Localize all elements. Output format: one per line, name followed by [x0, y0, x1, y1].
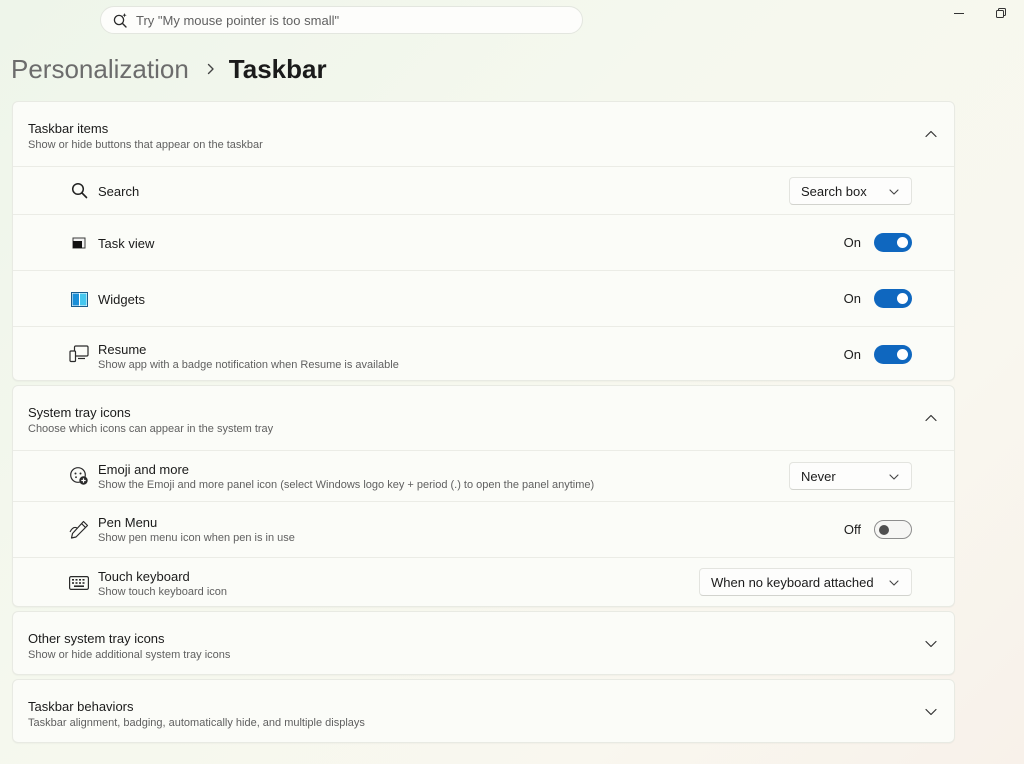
search-row: Search Search box: [13, 166, 954, 214]
restore-icon: [996, 8, 1006, 18]
toggle-knob: [897, 293, 908, 304]
row-description: Show pen menu icon when pen is in use: [98, 532, 295, 544]
taskbar-items-header[interactable]: Taskbar items Show or hide buttons that …: [13, 102, 954, 166]
taskbar-items-section: Taskbar items Show or hide buttons that …: [12, 101, 955, 381]
pen-menu-toggle-group: Off: [844, 520, 912, 539]
widgets-row: Widgets On: [13, 270, 954, 326]
row-title: Emoji and more: [98, 462, 190, 477]
taskbar-behaviors-header[interactable]: Taskbar behaviors Taskbar alignment, bad…: [13, 680, 954, 744]
row-description: Show touch keyboard icon: [98, 586, 228, 598]
chevron-down-icon: [889, 578, 899, 588]
search-mode-dropdown[interactable]: Search box: [789, 177, 912, 205]
toggle-knob: [897, 349, 908, 360]
resume-row: Resume Show app with a badge notificatio…: [13, 326, 954, 381]
touch-keyboard-dropdown[interactable]: When no keyboard attached: [699, 568, 912, 596]
row-title: Touch keyboard: [98, 569, 190, 584]
toggle-knob: [879, 525, 889, 535]
toggle-state-label: On: [843, 235, 861, 250]
restore-button[interactable]: [986, 4, 1016, 22]
section-description: Taskbar alignment, badging, automaticall…: [28, 717, 365, 729]
resume-toggle-group: On: [844, 345, 912, 364]
toggle-state-label: Off: [843, 522, 861, 537]
touch-keyboard-row: Touch keyboard Show touch keyboard icon …: [13, 557, 954, 607]
breadcrumb-parent-link[interactable]: Personalization: [11, 54, 189, 85]
task-view-toggle-group: On: [844, 233, 912, 252]
toggle-state-label: On: [843, 347, 861, 362]
system-tray-icons-header[interactable]: System tray icons Choose which icons can…: [13, 386, 954, 450]
minimize-icon: [954, 13, 964, 14]
task-view-row: Task view On: [13, 214, 954, 270]
row-title: Search: [98, 184, 140, 199]
minimize-button[interactable]: [944, 4, 974, 22]
row-title: Resume: [98, 342, 147, 357]
search-input[interactable]: [136, 12, 556, 28]
resume-toggle[interactable]: [874, 345, 912, 364]
dropdown-value: Never: [801, 468, 836, 484]
section-title: Taskbar items: [28, 121, 109, 136]
emoji-visibility-dropdown[interactable]: Never: [789, 462, 912, 490]
system-tray-icons-section: System tray icons Choose which icons can…: [12, 385, 955, 607]
section-description: Choose which icons can appear in the sys…: [28, 423, 274, 435]
pen-menu-toggle[interactable]: [874, 520, 912, 539]
section-title: System tray icons: [28, 405, 131, 420]
widgets-toggle-group: On: [844, 289, 912, 308]
page-title: Taskbar: [228, 53, 327, 84]
row-description: Show the Emoji and more panel icon (sele…: [98, 479, 595, 491]
widgets-icon: [69, 289, 89, 309]
breadcrumb: Personalization Taskbar: [11, 52, 327, 86]
other-system-tray-icons-section[interactable]: Other system tray icons Show or hide add…: [12, 611, 955, 675]
keyboard-icon: [69, 573, 89, 593]
taskbar-behaviors-section[interactable]: Taskbar behaviors Taskbar alignment, bad…: [12, 679, 955, 743]
section-description: Show or hide buttons that appear on the …: [28, 139, 263, 151]
search-icon: [69, 180, 89, 200]
emoji-icon: [69, 466, 89, 486]
pen-menu-row: Pen Menu Show pen menu icon when pen is …: [13, 501, 954, 557]
toggle-knob: [897, 237, 908, 248]
chevron-right-icon: [207, 63, 215, 75]
dropdown-value: Search box: [801, 183, 867, 199]
other-system-tray-icons-header[interactable]: Other system tray icons Show or hide add…: [13, 612, 954, 676]
search-sparkle-icon: [111, 11, 129, 29]
chevron-down-icon[interactable]: [925, 706, 937, 718]
row-title: Pen Menu: [98, 515, 158, 530]
toggle-state-label: On: [843, 291, 861, 306]
chevron-down-icon[interactable]: [925, 638, 937, 650]
row-title: Task view: [98, 236, 155, 251]
section-description: Show or hide additional system tray icon…: [28, 649, 231, 661]
emoji-row: Emoji and more Show the Emoji and more p…: [13, 450, 954, 501]
widgets-toggle[interactable]: [874, 289, 912, 308]
section-title: Other system tray icons: [28, 631, 165, 646]
chevron-up-icon[interactable]: [925, 128, 937, 140]
task-view-toggle[interactable]: [874, 233, 912, 252]
row-description: Show app with a badge notification when …: [98, 359, 399, 371]
section-title: Taskbar behaviors: [28, 699, 134, 714]
row-title: Widgets: [98, 292, 145, 307]
dropdown-value: When no keyboard attached: [711, 574, 874, 590]
chevron-down-icon: [889, 472, 899, 482]
settings-search-box[interactable]: [100, 6, 583, 34]
chevron-down-icon: [889, 187, 899, 197]
resume-icon: [69, 344, 89, 364]
task-view-icon: [69, 233, 89, 253]
chevron-up-icon[interactable]: [925, 412, 937, 424]
pen-icon: [69, 520, 89, 540]
